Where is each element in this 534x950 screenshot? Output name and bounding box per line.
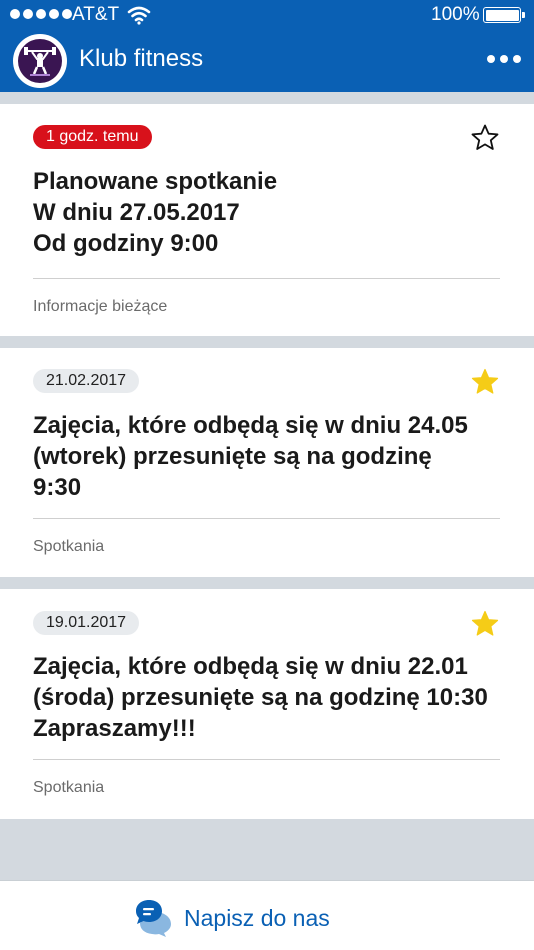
- weightlifter-logo-icon[interactable]: [13, 34, 67, 88]
- carrier-name: AT&T: [72, 4, 120, 25]
- news-card[interactable]: 1 godz. temu Planowane spotkanie W dniu …: [0, 104, 534, 336]
- headline-line: Od godziny 9:00: [33, 230, 219, 257]
- app-title: Klub fitness: [79, 45, 204, 72]
- post-headline: Planowane spotkanie W dniu 27.05.2017 Od…: [33, 166, 513, 259]
- battery-cap: [522, 12, 525, 18]
- contact-button-label[interactable]: Napisz do nas: [184, 905, 330, 932]
- date-badge: 21.02.2017: [33, 369, 140, 393]
- post-category: Spotkania: [33, 538, 105, 555]
- divider: [33, 278, 500, 279]
- post-category: Informacje bieżące: [33, 298, 168, 315]
- wifi-icon: [127, 6, 151, 25]
- divider: [33, 759, 500, 760]
- divider: [33, 518, 500, 519]
- headline-line: (wtorek) przesunięte są na godzinę: [33, 443, 432, 470]
- post-category: Spotkania: [33, 779, 105, 796]
- time-badge: 1 godz. temu: [33, 125, 152, 149]
- headline-line: W dniu 27.05.2017: [33, 199, 240, 226]
- signal-strength-icon: [10, 9, 72, 19]
- headline-line: Zajęcia, które odbędą się w dniu 24.05: [33, 412, 468, 439]
- battery-icon: [483, 7, 521, 23]
- star-filled-icon[interactable]: [469, 366, 501, 398]
- star-filled-icon[interactable]: [469, 608, 501, 640]
- contact-bar[interactable]: Napisz do nas: [0, 880, 534, 950]
- status-bar: AT&T 100%: [0, 0, 534, 30]
- headline-line: (środa) przesunięte są na godzinę 10:30: [33, 684, 488, 711]
- headline-line: Zajęcia, które odbędą się w dniu 22.01: [33, 653, 468, 680]
- headline-line: 9:30: [33, 474, 82, 501]
- post-headline: Zajęcia, które odbędą się w dniu 24.05 (…: [33, 410, 513, 503]
- news-card[interactable]: 21.02.2017 Zajęcia, które odbędą się w d…: [0, 348, 534, 577]
- more-dots-icon[interactable]: [487, 55, 521, 63]
- battery-percentage: 100%: [431, 4, 480, 25]
- star-outline-icon[interactable]: [469, 122, 501, 154]
- headline-line: Zapraszamy!!!: [33, 715, 196, 742]
- headline-line: Planowane spotkanie: [33, 168, 278, 195]
- date-badge: 19.01.2017: [33, 611, 140, 635]
- chat-bubbles-icon: [136, 900, 171, 937]
- news-card[interactable]: 19.01.2017 Zajęcia, które odbędą się w d…: [0, 589, 534, 819]
- post-headline: Zajęcia, które odbędą się w dniu 22.01 (…: [33, 651, 513, 744]
- app-header: AT&T 100% Klub fitness: [0, 0, 534, 92]
